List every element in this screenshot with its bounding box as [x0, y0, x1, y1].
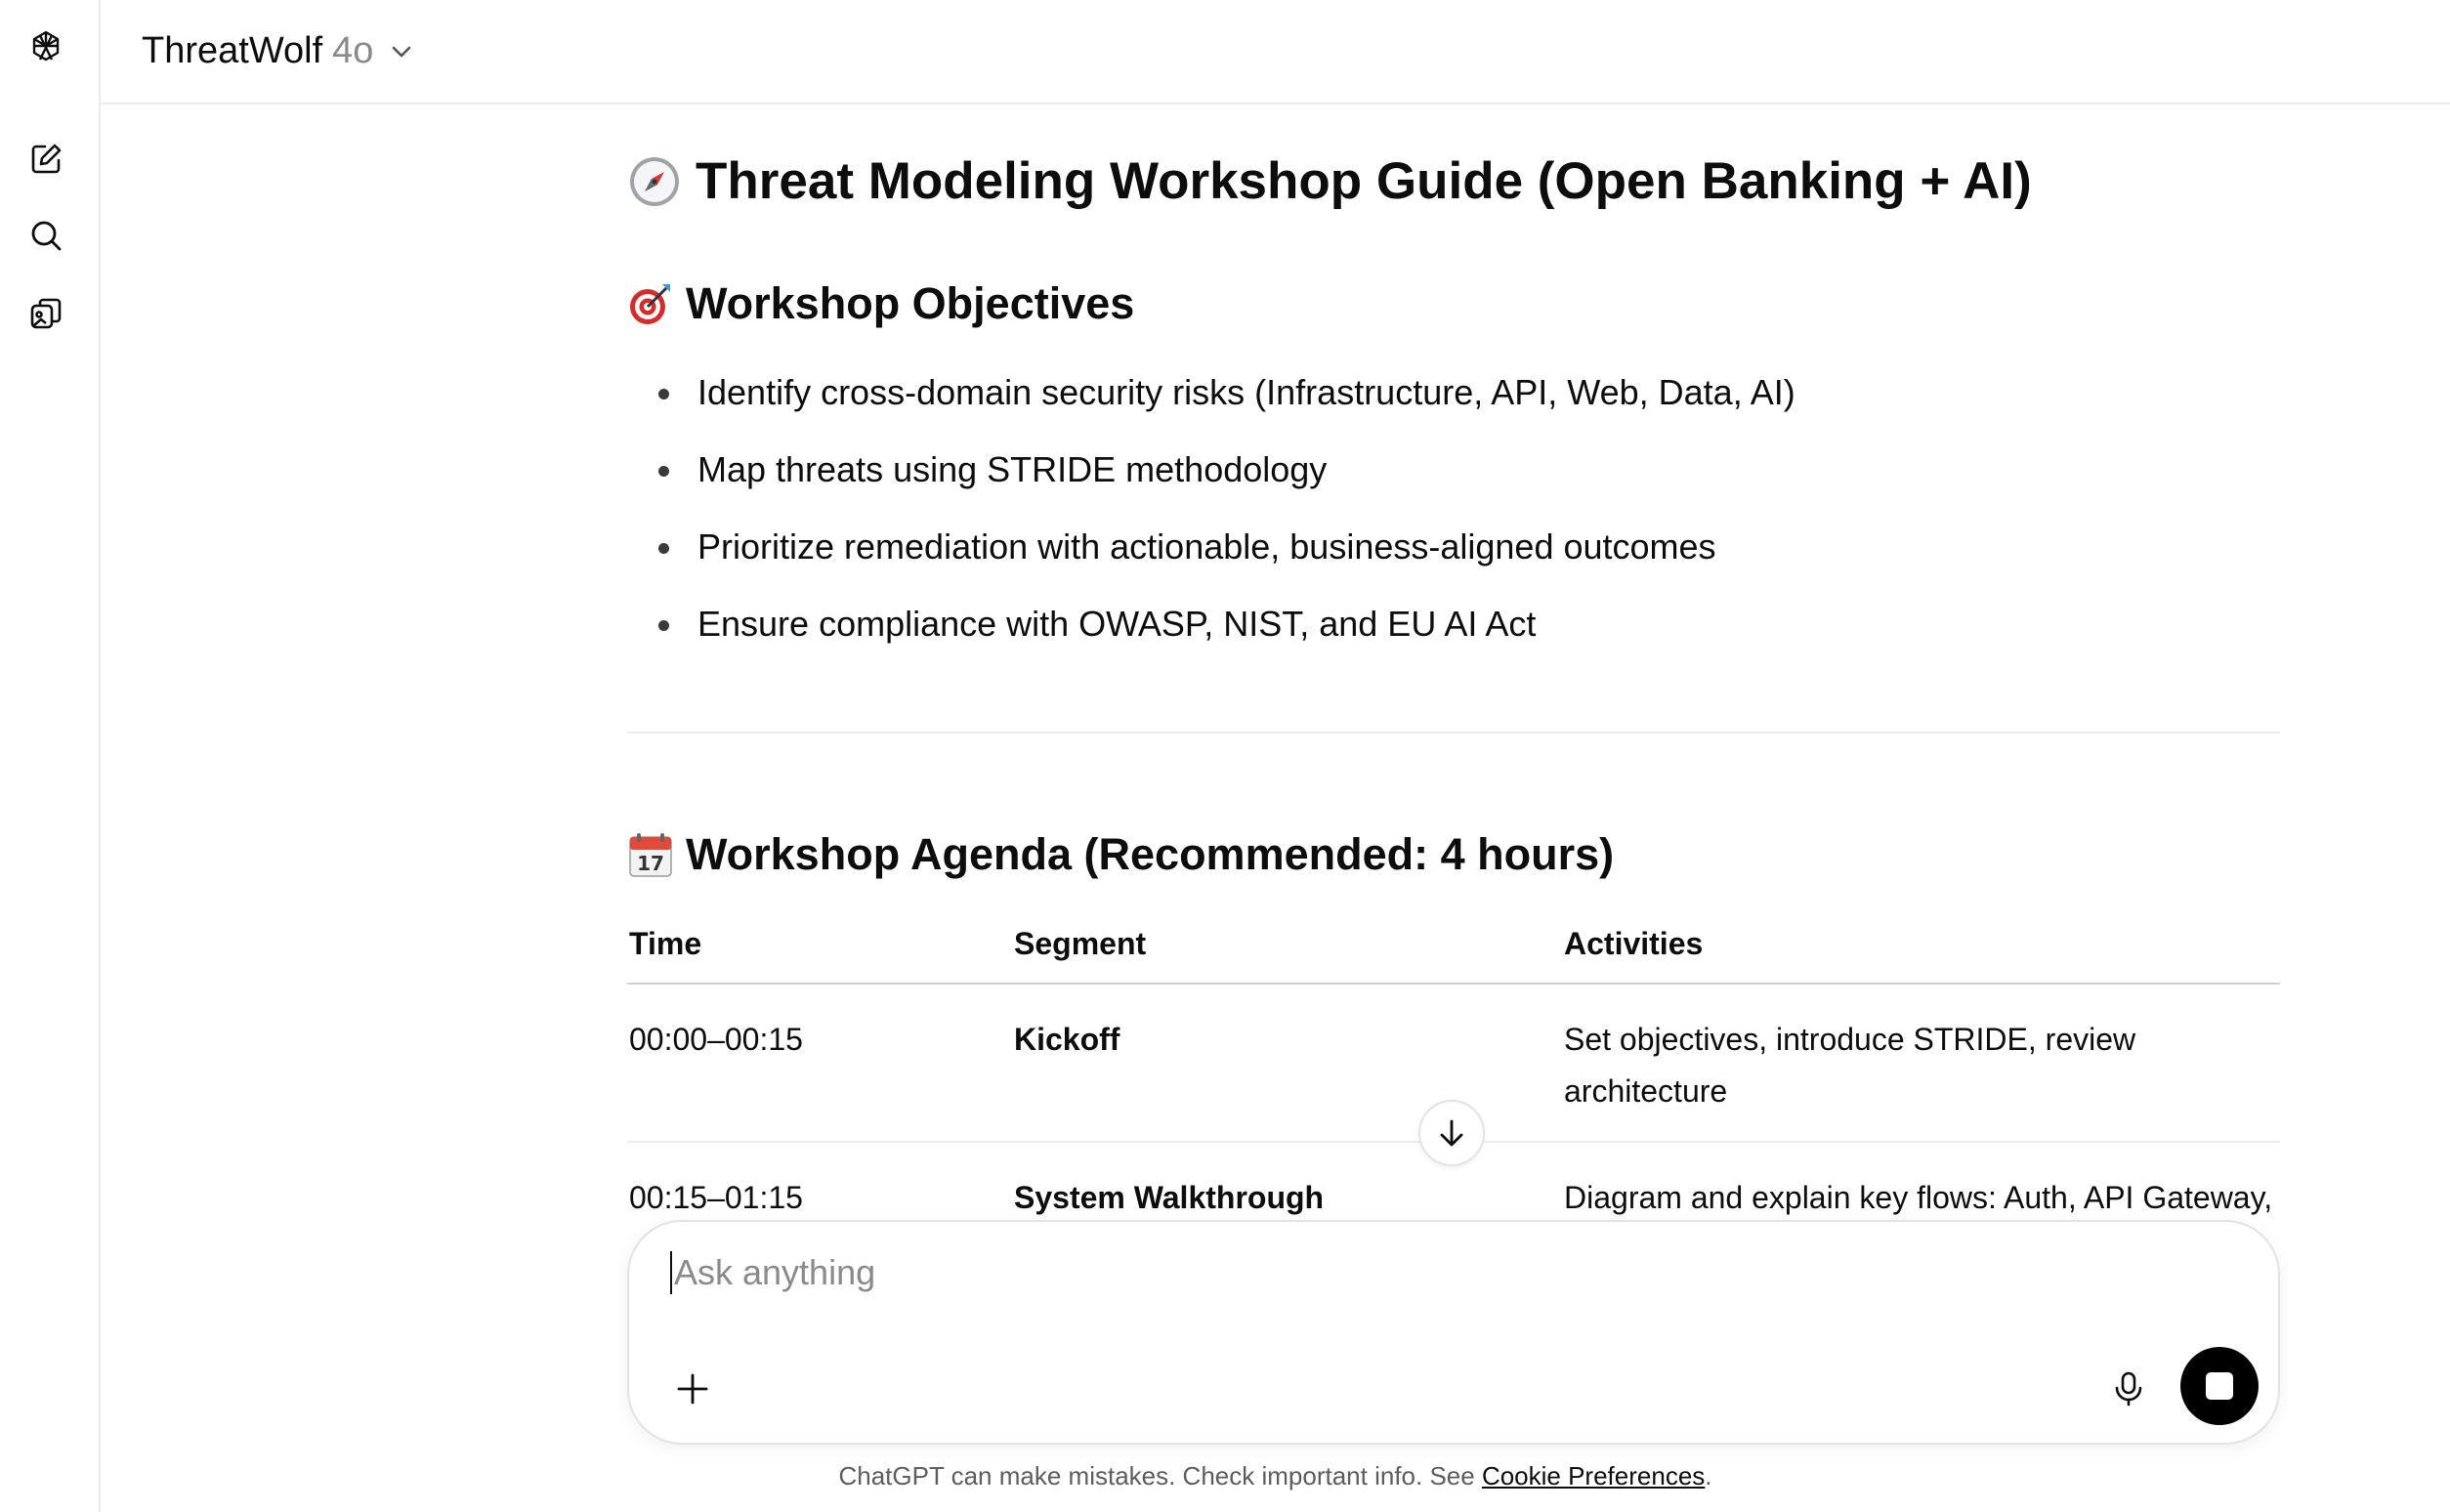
list-item: Ensure compliance with OWASP, NIST, and … [656, 585, 1795, 662]
objectives-heading-text: Workshop Objectives [686, 278, 1135, 328]
target-emoji-icon [630, 284, 670, 324]
column-header-segment: Segment [1012, 905, 1562, 985]
chevron-down-icon [393, 46, 411, 57]
agenda-heading-text: Workshop Agenda (Recommended: 4 hours) [686, 829, 1615, 879]
disclaimer-text: ChatGPT can make mistakes. Check importa… [838, 1461, 1482, 1491]
dictate-button[interactable] [2104, 1365, 2153, 1413]
chat-app: ThreatWolf 4o Threat Modeling Workshop G… [0, 0, 2450, 1512]
arrow-down-icon [1440, 1119, 1463, 1147]
disclaimer: ChatGPT can make mistakes. Check importa… [0, 1461, 2450, 1491]
new-chat-icon[interactable] [21, 135, 70, 184]
cell-time: 00:00–00:15 [627, 984, 1012, 1143]
prompt-input[interactable]: Ask anything [670, 1251, 875, 1294]
table-header-row: Time Segment Activities [627, 905, 2280, 985]
model-selector[interactable]: ThreatWolf 4o [142, 30, 416, 72]
chat-header: ThreatWolf 4o [101, 0, 2450, 105]
attach-button[interactable] [668, 1365, 717, 1413]
objectives-list: Identify cross-domain security risks (In… [656, 354, 1795, 662]
page-title-text: Threat Modeling Workshop Guide (Open Ban… [696, 152, 2032, 210]
scroll-to-bottom-button[interactable] [1418, 1100, 1485, 1166]
cell-activities: Diagram and explain key flows: Auth, API… [1562, 1142, 2280, 1218]
section-divider [627, 732, 2280, 734]
column-header-activities: Activities [1562, 905, 2280, 985]
sidebar-rail [0, 0, 101, 1512]
cell-activities: Set objectives, introduce STRIDE, review… [1562, 984, 2280, 1143]
search-icon[interactable] [21, 211, 70, 260]
compass-emoji-icon [630, 156, 679, 206]
list-item: Map threats using STRIDE methodology [656, 431, 1795, 508]
list-item: Identify cross-domain security risks (In… [656, 354, 1795, 431]
disclaimer-suffix: . [1705, 1461, 1712, 1491]
message-composer: Ask anything [627, 1220, 2280, 1445]
agenda-heading: 17 Workshop Agenda (Recommended: 4 hours… [627, 829, 1614, 880]
conversation-content: Threat Modeling Workshop Guide (Open Ban… [627, 105, 2280, 1218]
openai-logo-icon[interactable] [21, 23, 70, 72]
cell-segment: System Walkthrough [1012, 1142, 1562, 1218]
model-version: 4o [332, 30, 374, 71]
stop-generating-button[interactable] [2180, 1347, 2259, 1425]
calendar-day-text: 17 [637, 852, 664, 875]
text-caret [670, 1251, 672, 1294]
cell-time: 00:15–01:15 [627, 1142, 1012, 1218]
cookie-preferences-link[interactable]: Cookie Preferences [1482, 1461, 1705, 1491]
calendar-emoji-icon: 17 [629, 833, 672, 877]
list-item: Prioritize remediation with actionable, … [656, 508, 1795, 585]
agenda-table: Time Segment Activities 00:00–00:15 Kick… [627, 905, 2280, 1218]
objectives-heading: Workshop Objectives [627, 278, 1134, 329]
stop-icon [2206, 1372, 2233, 1400]
plus-icon [677, 1373, 708, 1405]
column-header-time: Time [627, 905, 1012, 985]
microphone-icon [2115, 1371, 2142, 1407]
model-name: ThreatWolf [142, 30, 323, 71]
prompt-placeholder: Ask anything [674, 1252, 876, 1292]
page-title: Threat Modeling Workshop Guide (Open Ban… [627, 151, 2032, 211]
library-icon[interactable] [21, 289, 70, 338]
